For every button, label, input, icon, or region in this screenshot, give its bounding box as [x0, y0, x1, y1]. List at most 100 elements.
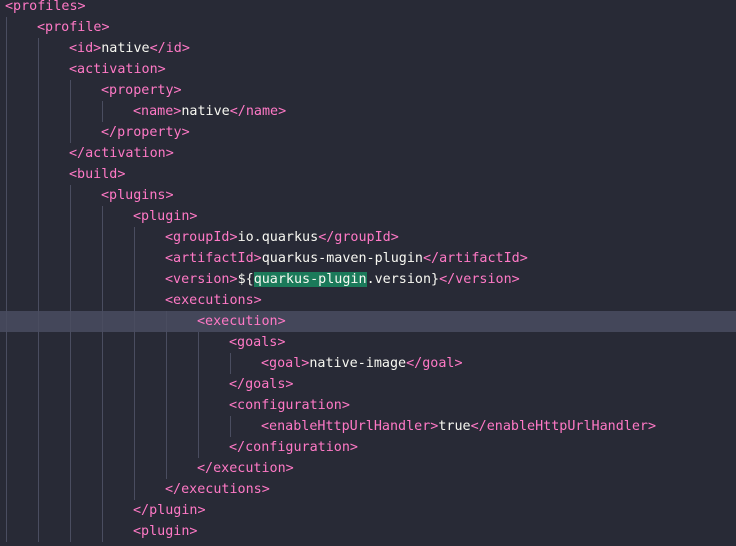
code-line[interactable]: <profile>: [0, 17, 736, 38]
indent-guide: [70, 101, 71, 122]
indent-guide: [102, 248, 103, 269]
code-line[interactable]: <goal>native-image</goal>: [0, 353, 736, 374]
code-line[interactable]: <goals>: [0, 332, 736, 353]
indent-guide: [134, 374, 135, 395]
indent-guide: [38, 206, 39, 227]
xml-text: native: [101, 41, 150, 56]
code-text: <groupId>io.quarkus</groupId>: [165, 227, 399, 248]
code-line[interactable]: </goals>: [0, 374, 736, 395]
search-match: quarkus-plugin: [253, 272, 367, 287]
code-line[interactable]: </configuration>: [0, 437, 736, 458]
xml-tag: <executions>: [165, 293, 262, 308]
indent-guide: [6, 521, 7, 542]
indent-guide: [102, 416, 103, 437]
code-line[interactable]: <plugin>: [0, 206, 736, 227]
code-line[interactable]: <executions>: [0, 290, 736, 311]
indent-guide: [70, 248, 71, 269]
indent-guide: [6, 59, 7, 80]
indent-guide: [166, 437, 167, 458]
indent-guide: [38, 227, 39, 248]
code-line[interactable]: <enableHttpUrlHandler>true</enableHttpUr…: [0, 416, 736, 437]
code-line[interactable]: <property>: [0, 80, 736, 101]
xml-tag: <enableHttpUrlHandler>: [261, 419, 439, 434]
code-line[interactable]: </property>: [0, 122, 736, 143]
xml-text: ${: [237, 272, 254, 287]
xml-text: native-image: [309, 356, 407, 371]
code-text: <id>native</id>: [69, 38, 190, 59]
indent-guide: [166, 332, 167, 353]
indent-guide: [70, 353, 71, 374]
indent-guide: [38, 38, 39, 59]
indent-guide: [70, 521, 71, 542]
code-editor[interactable]: <profiles> <profile> <id>native</id> <activ…: [0, 0, 736, 546]
indent-guide: [70, 332, 71, 353]
indent-guide: [70, 290, 71, 311]
code-line[interactable]: <build>: [0, 164, 736, 185]
code-line[interactable]: <name>native</name>: [0, 101, 736, 122]
code-line[interactable]: </plugin>: [0, 500, 736, 521]
xml-tag: </goal>: [406, 356, 463, 371]
indent-guide: [38, 143, 39, 164]
xml-tag: </executions>: [165, 482, 270, 497]
code-line[interactable]: <activation>: [0, 59, 736, 80]
indent-guide: [38, 353, 39, 374]
code-line[interactable]: </executions>: [0, 479, 736, 500]
xml-tag: <goal>: [261, 356, 310, 371]
code-line[interactable]: <profiles>: [0, 0, 736, 17]
indent-guide: [166, 395, 167, 416]
indent-guide: [6, 437, 7, 458]
indent-guide: [38, 185, 39, 206]
code-line[interactable]: <execution>: [0, 311, 736, 332]
indent-guide: [134, 395, 135, 416]
indent-guide: [198, 353, 199, 374]
code-text: </executions>: [165, 479, 270, 500]
xml-tag: </execution>: [197, 461, 294, 476]
indent-guide: [6, 143, 7, 164]
indent-guide: [134, 416, 135, 437]
code-line[interactable]: <groupId>io.quarkus</groupId>: [0, 227, 736, 248]
code-line[interactable]: <configuration>: [0, 395, 736, 416]
code-line[interactable]: <version>${quarkus-plugin.version}</vers…: [0, 269, 736, 290]
indent-guide: [38, 521, 39, 542]
code-line[interactable]: <plugin>: [0, 521, 736, 542]
indent-guide: [6, 458, 7, 479]
indent-guide: [70, 185, 71, 206]
indent-guide: [134, 227, 135, 248]
code-line[interactable]: <id>native</id>: [0, 38, 736, 59]
indent-guide: [166, 416, 167, 437]
xml-tag: <goals>: [229, 335, 286, 350]
code-line[interactable]: </execution>: [0, 458, 736, 479]
indent-guide: [70, 269, 71, 290]
xml-tag: </id>: [149, 41, 190, 56]
indent-guide: [6, 290, 7, 311]
code-text: </property>: [101, 122, 190, 143]
indent-guide: [134, 269, 135, 290]
code-line[interactable]: <plugins>: [0, 185, 736, 206]
indent-guide: [6, 206, 7, 227]
indent-guide: [102, 500, 103, 521]
xml-tag: <name>: [133, 104, 182, 119]
indent-guide: [6, 248, 7, 269]
indent-guide: [70, 437, 71, 458]
code-text: <plugins>: [101, 185, 174, 206]
code-text: <profile>: [37, 17, 110, 38]
code-line[interactable]: </activation>: [0, 143, 736, 164]
indent-guide: [134, 290, 135, 311]
indent-guide: [134, 248, 135, 269]
indent-guide: [134, 458, 135, 479]
code-text: <goals>: [229, 332, 285, 353]
xml-tag: <plugin>: [133, 209, 198, 224]
indent-guide: [6, 164, 7, 185]
indent-guide: [70, 122, 71, 143]
indent-guide: [6, 479, 7, 500]
indent-guide: [38, 269, 39, 290]
indent-guide: [6, 17, 7, 38]
indent-guide: [38, 374, 39, 395]
indent-guide: [38, 500, 39, 521]
indent-guide: [38, 311, 39, 332]
indent-guide: [70, 374, 71, 395]
xml-tag: <plugin>: [133, 524, 198, 539]
code-line[interactable]: <artifactId>quarkus-maven-plugin</artifa…: [0, 248, 736, 269]
xml-tag: <groupId>: [165, 230, 238, 245]
code-text: <artifactId>quarkus-maven-plugin</artifa…: [165, 248, 528, 269]
